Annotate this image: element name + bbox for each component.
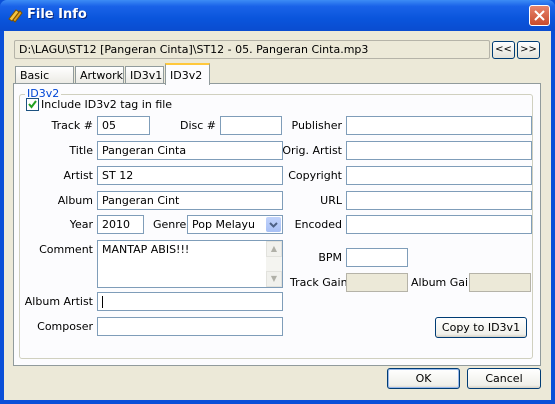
bpm-field[interactable] xyxy=(346,248,408,267)
album-artist-label: Album Artist xyxy=(24,295,93,308)
include-id3v2-label: Include ID3v2 tag in file xyxy=(41,98,173,111)
disc-field[interactable] xyxy=(220,116,282,135)
track-gain-field xyxy=(346,273,408,292)
encoded-field[interactable] xyxy=(346,215,532,234)
close-button[interactable] xyxy=(529,5,550,26)
copy-to-id3v1-button[interactable]: Copy to ID3v1 xyxy=(435,317,527,338)
file-path-field: D:\LAGU\ST12 [Pangeran Cinta]\ST12 - 05.… xyxy=(14,40,490,59)
album-artist-field[interactable] xyxy=(97,292,283,311)
url-field[interactable] xyxy=(346,191,532,210)
composer-label: Composer xyxy=(37,320,93,333)
tab-id3v1[interactable]: ID3v1 xyxy=(125,66,164,83)
next-file-button[interactable]: >> xyxy=(517,41,540,59)
genre-label: Genre xyxy=(153,218,187,231)
comment-field[interactable]: MANTAP ABIS!!! ▲ ▼ xyxy=(97,240,283,288)
title-field[interactable]: Pangeran Cinta xyxy=(97,141,283,160)
publisher-label: Publisher xyxy=(291,119,343,132)
album-gain-field xyxy=(469,273,531,292)
cancel-button[interactable]: Cancel xyxy=(467,368,541,389)
dialog-client-area: D:\LAGU\ST12 [Pangeran Cinta]\ST12 - 05.… xyxy=(4,31,551,400)
album-label: Album xyxy=(57,194,93,207)
tab-id3v2[interactable]: ID3v2 xyxy=(165,63,210,85)
artist-field[interactable]: ST 12 xyxy=(97,166,283,185)
comment-label: Comment xyxy=(39,243,93,256)
publisher-field[interactable] xyxy=(346,116,532,135)
disc-label: Disc # xyxy=(179,119,216,132)
id3v2-group: ID3v2 Include ID3v2 tag in file Track # … xyxy=(19,87,533,359)
album-field[interactable]: Pangeran Cint xyxy=(97,191,283,210)
ok-button[interactable]: OK xyxy=(387,368,460,389)
url-label: URL xyxy=(320,194,342,207)
bpm-label: BPM xyxy=(318,251,342,264)
orig-artist-field[interactable] xyxy=(346,141,532,160)
genre-select[interactable]: Pop Melayu xyxy=(187,215,283,234)
title-bar: File Info xyxy=(0,0,555,31)
album-gain-label: Album Gain xyxy=(411,276,476,289)
year-label: Year xyxy=(69,218,93,231)
checkmark-icon xyxy=(28,100,37,109)
window-title: File Info xyxy=(27,7,87,22)
composer-field[interactable] xyxy=(97,317,283,336)
year-field[interactable]: 2010 xyxy=(97,215,144,234)
orig-artist-label: Orig. Artist xyxy=(282,144,342,157)
title-label: Title xyxy=(69,144,93,157)
artist-label: Artist xyxy=(63,169,93,182)
encoded-label: Encoded xyxy=(294,218,342,231)
track-gain-label: Track Gain xyxy=(290,276,348,289)
file-info-window: File Info D:\LAGU\ST12 [Pangeran Cinta]\… xyxy=(0,0,555,404)
scroll-down-icon[interactable]: ▼ xyxy=(266,271,282,287)
copyright-label: Copyright xyxy=(288,169,342,182)
comment-scrollbar[interactable]: ▲ ▼ xyxy=(266,241,282,287)
comment-text: MANTAP ABIS!!! xyxy=(102,243,190,256)
include-id3v2-checkbox[interactable] xyxy=(26,98,39,111)
id3v2-panel: ID3v2 Include ID3v2 tag in file Track # … xyxy=(13,83,541,366)
tab-basic-info[interactable]: Basic Info xyxy=(15,66,74,95)
track-field[interactable]: 05 xyxy=(97,116,150,135)
genre-value: Pop Melayu xyxy=(192,218,255,231)
track-label: Track # xyxy=(51,119,94,132)
tab-artwork[interactable]: Artwork xyxy=(75,66,124,83)
text-cursor xyxy=(102,296,103,308)
app-icon xyxy=(7,7,23,23)
previous-file-button[interactable]: << xyxy=(492,41,515,59)
close-icon xyxy=(534,10,545,21)
copyright-field[interactable] xyxy=(346,166,532,185)
